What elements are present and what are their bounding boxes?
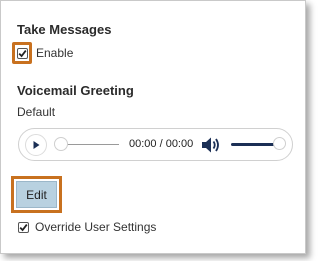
greeting-value: Default [17,105,56,119]
audio-player: 00:00 / 00:00 [18,128,293,161]
checkmark-icon [19,223,28,231]
override-row: Override User Settings [18,219,156,235]
enable-checkbox[interactable] [16,47,28,59]
enable-checkbox-highlight [12,42,32,64]
progress-track[interactable] [61,144,119,145]
edit-button[interactable]: Edit [16,181,57,208]
volume-icon[interactable] [201,135,223,155]
take-messages-heading: Take Messages [17,22,112,37]
enable-label: Enable [36,46,74,60]
override-checkbox[interactable] [18,221,29,233]
override-label: Override User Settings [35,220,157,234]
checkmark-icon [18,49,27,57]
enable-row: Enable [12,41,73,65]
progress-thumb[interactable] [54,137,68,151]
volume-slider[interactable] [231,143,275,146]
play-button[interactable] [25,134,47,156]
play-icon [33,141,40,149]
time-display: 00:00 / 00:00 [129,138,194,150]
voicemail-greeting-heading: Voicemail Greeting [17,83,134,98]
voicemail-settings-panel: Take Messages Enable Voicemail Greeting … [0,0,306,254]
edit-button-highlight: Edit [11,176,62,213]
volume-thumb[interactable] [273,137,286,150]
